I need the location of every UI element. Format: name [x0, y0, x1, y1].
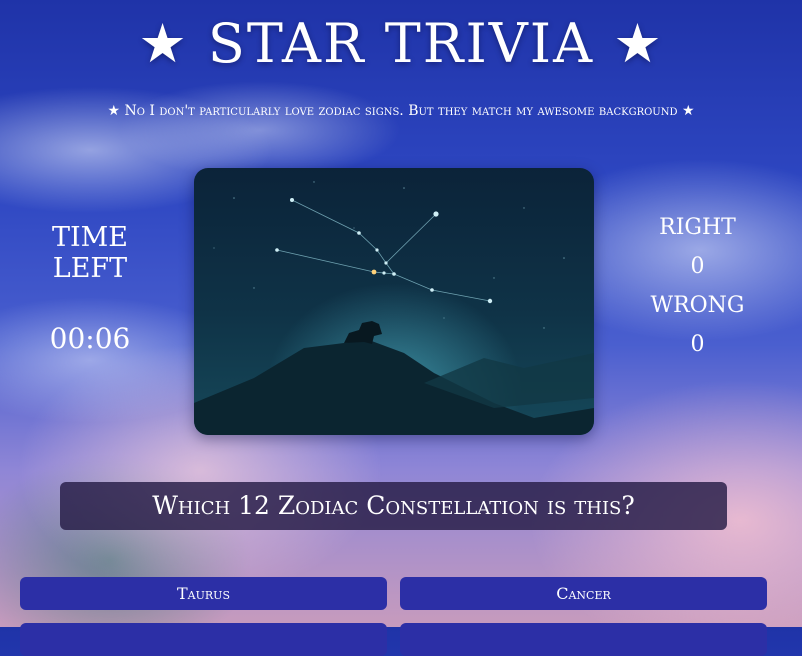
- page-title: ★ STAR TRIVIA ★: [138, 12, 664, 75]
- wrong-count: 0: [690, 332, 705, 357]
- answer-button-4[interactable]: [400, 623, 767, 656]
- page-subtitle: ★ No I don't particularly love zodiac si…: [107, 103, 695, 119]
- timer-value: 00:06: [49, 322, 131, 355]
- answer-button-3[interactable]: [20, 623, 387, 656]
- taurus-constellation-illustration: [194, 181, 594, 435]
- right-label: RIGHT: [659, 215, 736, 240]
- answer-button-taurus[interactable]: Taurus: [20, 577, 387, 610]
- constellation-image: [194, 168, 594, 435]
- answer-button-cancer[interactable]: Cancer: [400, 577, 767, 610]
- wrong-label: WRONG: [650, 293, 745, 318]
- score-panel: RIGHT 0 WRONG 0: [640, 208, 755, 364]
- timer-label: TIME LEFT: [51, 222, 129, 284]
- right-count: 0: [690, 254, 705, 279]
- question-text: Which 12 Zodiac Constellation is this?: [60, 482, 727, 530]
